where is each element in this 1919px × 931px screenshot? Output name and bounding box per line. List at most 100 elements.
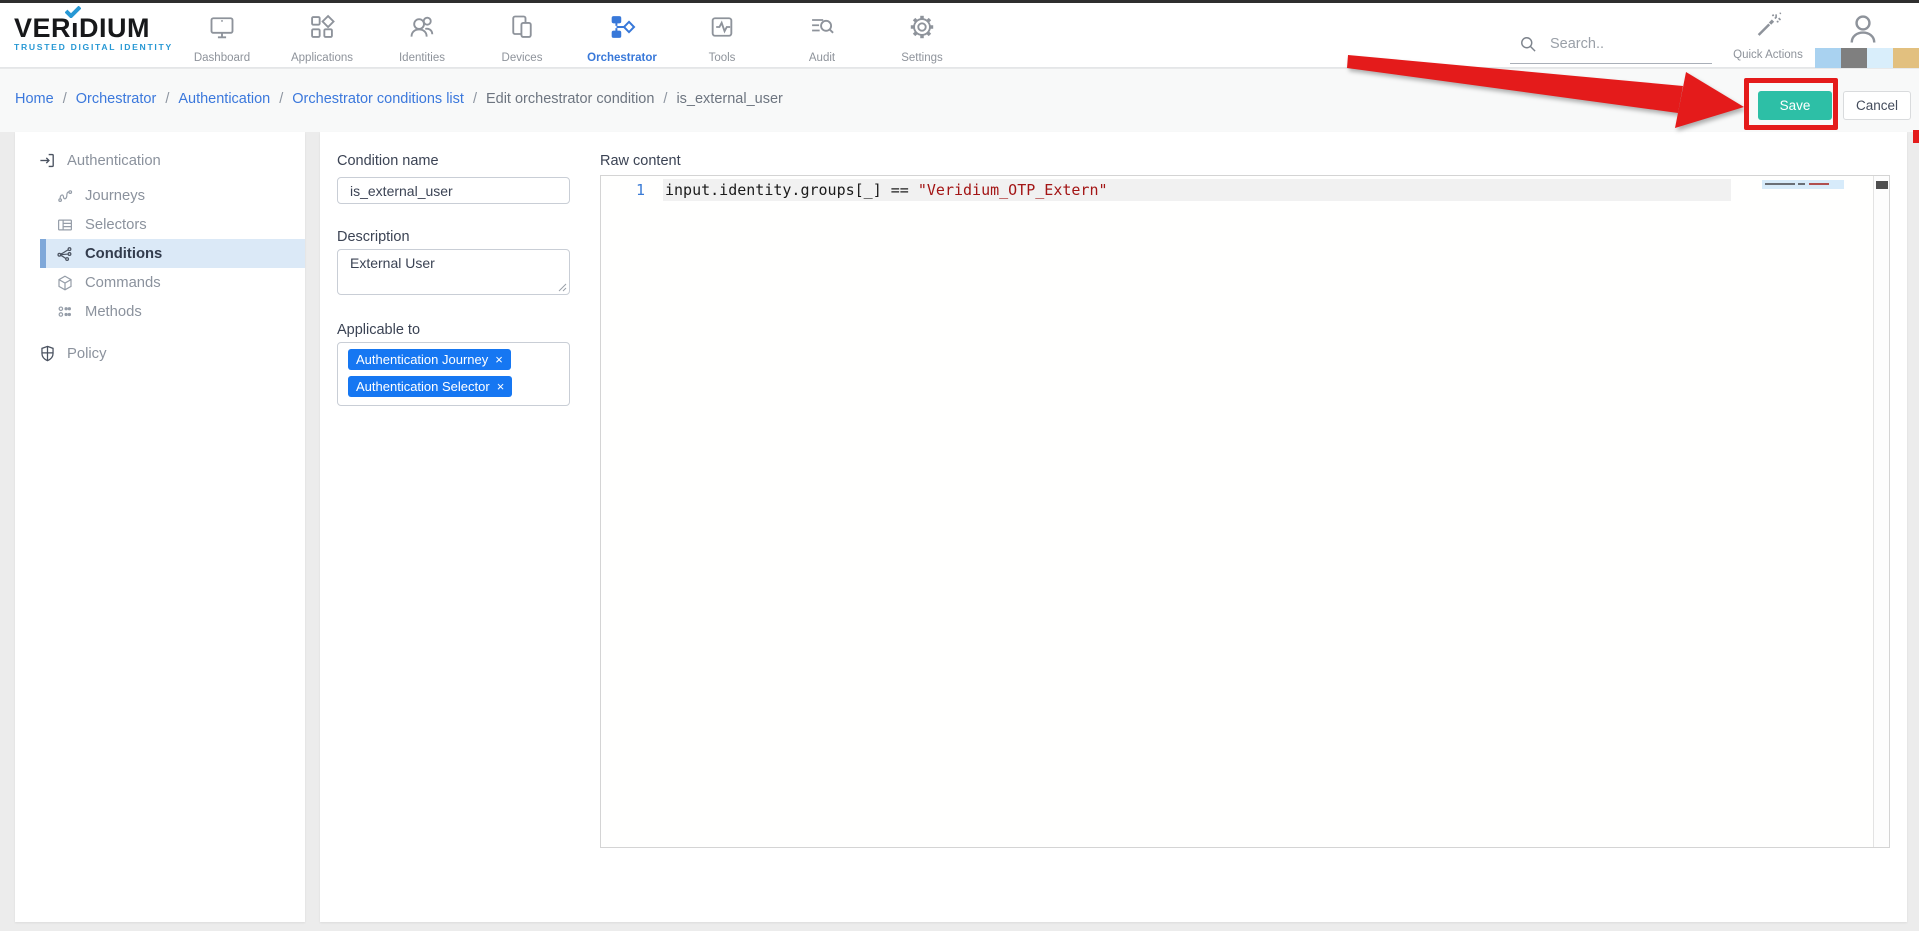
dashboard-icon — [208, 13, 236, 43]
brand-suffix: DIUM — [79, 13, 150, 43]
minimap-mark — [1809, 183, 1829, 185]
sidebar-item-journeys[interactable]: Journeys — [15, 181, 305, 210]
sidebar-item-label: Selectors — [85, 217, 147, 233]
resize-handle-icon[interactable] — [558, 283, 567, 292]
minimap-mark — [1765, 183, 1795, 185]
avatar-color-strip — [1815, 48, 1919, 68]
settings-icon — [908, 13, 936, 43]
brand-wordmark: VERıDIUM — [14, 14, 174, 42]
veridium-logo: VERıDIUM TRUSTED DIGITAL IDENTITY — [14, 14, 174, 52]
applicable-to-label: Applicable to — [337, 322, 420, 338]
code-plain: input.identity.groups[_] == — [665, 181, 918, 199]
nav-label: Orchestrator — [572, 52, 672, 64]
sidebar: Authentication Journeys Selectors Condit… — [15, 132, 305, 922]
nav-label: Audit — [772, 52, 872, 64]
search-icon[interactable] — [1518, 34, 1538, 54]
breadcrumb-edit-condition: Edit orchestrator condition — [486, 91, 654, 107]
quick-actions-button[interactable]: Quick Actions — [1722, 10, 1814, 61]
breadcrumb-orchestrator[interactable]: Orchestrator — [76, 91, 157, 107]
breadcrumb-authentication[interactable]: Authentication — [178, 91, 270, 107]
code-text: input.identity.groups[_] == "Veridium_OT… — [665, 179, 1108, 201]
methods-icon — [55, 302, 75, 322]
login-icon — [37, 151, 57, 171]
nav-orchestrator[interactable]: Orchestrator — [572, 8, 672, 64]
remove-tag-icon[interactable]: × — [497, 380, 505, 393]
sidebar-item-policy[interactable]: Policy — [15, 339, 305, 368]
nav-label: Applications — [272, 52, 372, 64]
color-swatch — [1815, 48, 1841, 68]
edit-condition-panel: Condition name Description External User… — [320, 132, 1907, 922]
sidebar-item-label: Methods — [85, 304, 142, 320]
selectors-icon — [55, 215, 75, 235]
editor-scrollbar-thumb[interactable] — [1876, 181, 1888, 189]
brand-prefix: VER — [14, 13, 71, 43]
save-button[interactable]: Save — [1758, 91, 1832, 120]
audit-icon — [808, 13, 836, 43]
tag-label: Authentication Journey — [356, 352, 488, 367]
tag-authentication-journey[interactable]: Authentication Journey × — [348, 349, 511, 370]
nav-tools[interactable]: Tools — [672, 8, 772, 64]
raw-content-label: Raw content — [600, 153, 681, 169]
sidebar-item-label: Authentication — [67, 153, 161, 169]
line-number: 1 — [601, 179, 645, 201]
breadcrumb-separator: / — [473, 91, 477, 107]
search-input[interactable] — [1550, 31, 1700, 57]
editor-scrollbar[interactable] — [1873, 176, 1889, 847]
applicable-to-field[interactable]: Authentication Journey × Authentication … — [337, 342, 570, 406]
sidebar-item-selectors[interactable]: Selectors — [15, 210, 305, 239]
description-textarea[interactable]: External User — [337, 249, 570, 295]
code-editor[interactable]: 1 input.identity.groups[_] == "Veridium_… — [600, 175, 1890, 848]
search-box — [1510, 29, 1712, 64]
user-avatar-icon[interactable] — [1845, 11, 1881, 47]
nav-applications[interactable]: Applications — [272, 8, 372, 64]
nav-settings[interactable]: Settings — [872, 8, 972, 64]
sidebar-item-commands[interactable]: Commands — [15, 268, 305, 297]
orchestrator-icon — [608, 13, 636, 43]
breadcrumb-separator: / — [279, 91, 283, 107]
sidebar-item-label: Commands — [85, 275, 161, 291]
color-swatch — [1893, 48, 1919, 68]
minimap-mark — [1798, 183, 1805, 185]
journeys-icon — [55, 186, 75, 206]
nav-devices[interactable]: Devices — [472, 8, 572, 64]
condition-name-label: Condition name — [337, 153, 439, 169]
policy-icon — [37, 344, 57, 364]
nav-label: Devices — [472, 52, 572, 64]
annotation-scroll-marker — [1913, 130, 1919, 143]
nav-dashboard[interactable]: Dashboard — [172, 8, 272, 64]
breadcrumb-separator: / — [63, 91, 67, 107]
sidebar-item-authentication[interactable]: Authentication — [15, 146, 305, 175]
cancel-button[interactable]: Cancel — [1843, 91, 1911, 120]
sidebar-item-conditions[interactable]: Conditions — [15, 239, 305, 268]
nav-label: Settings — [872, 52, 972, 64]
conditions-icon — [55, 244, 75, 264]
sidebar-item-label: Journeys — [85, 188, 145, 204]
remove-tag-icon[interactable]: × — [495, 353, 503, 366]
action-bar: Home / Orchestrator / Authentication / O… — [0, 68, 1919, 132]
nav-audit[interactable]: Audit — [772, 8, 872, 64]
brand-tagline: TRUSTED DIGITAL IDENTITY — [14, 42, 174, 52]
sidebar-item-label: Policy — [67, 346, 106, 362]
tag-label: Authentication Selector — [356, 379, 490, 394]
breadcrumb-conditions-list[interactable]: Orchestrator conditions list — [292, 91, 464, 107]
breadcrumb-separator: / — [165, 91, 169, 107]
editor-minimap[interactable] — [1762, 180, 1844, 189]
color-swatch — [1841, 48, 1867, 68]
nav-label: Tools — [672, 52, 772, 64]
color-swatch — [1867, 48, 1893, 68]
code-line[interactable]: 1 input.identity.groups[_] == "Veridium_… — [601, 179, 1889, 201]
breadcrumb-condition-name: is_external_user — [676, 91, 782, 107]
breadcrumb-separator: / — [663, 91, 667, 107]
tools-icon — [708, 13, 736, 43]
nav-label: Dashboard — [172, 52, 272, 64]
identities-icon — [408, 13, 436, 43]
breadcrumb: Home / Orchestrator / Authentication / O… — [15, 91, 783, 107]
tag-authentication-selector[interactable]: Authentication Selector × — [348, 376, 512, 397]
nav-identities[interactable]: Identities — [372, 8, 472, 64]
condition-name-input[interactable] — [337, 177, 570, 204]
code-string: "Veridium_OTP_Extern" — [918, 181, 1108, 199]
breadcrumb-home[interactable]: Home — [15, 91, 54, 107]
sidebar-item-methods[interactable]: Methods — [15, 297, 305, 326]
description-label: Description — [337, 229, 410, 245]
commands-icon — [55, 273, 75, 293]
